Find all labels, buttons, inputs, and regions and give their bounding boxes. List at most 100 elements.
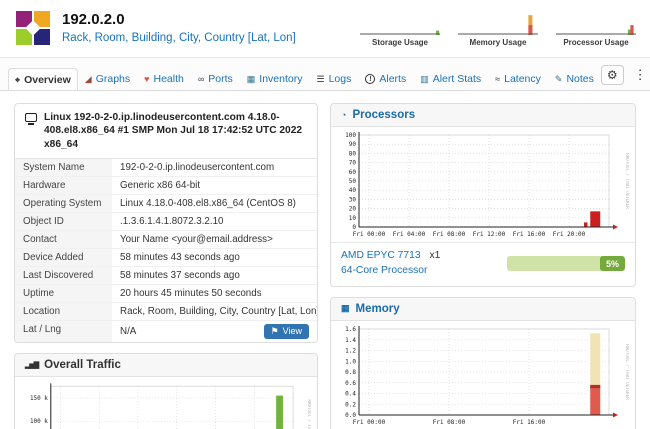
view-map-button[interactable]: ⚑ View [264,324,309,339]
device-info-panel: Linux 192-0-2-0.ip.linodeusercontent.com… [14,103,318,343]
svg-text:1.2: 1.2 [345,347,356,354]
cpu-row: AMD EPYC 7713 x1 64-Core Processor 5% [331,242,635,286]
processor-usage-sparkline[interactable] [556,13,636,35]
svg-text:0.2: 0.2 [345,401,356,408]
device-titles: 192.0.2.0 Rack, Room, Building, City, Co… [62,11,296,46]
svg-text:Fri 08:00: Fri 08:00 [433,419,466,426]
tab-health-label: Health [153,73,183,85]
memory-graph[interactable]: 1.61.41.21.00.80.60.40.20.0Fri 00:00Fri … [337,324,629,428]
tab-alerts[interactable]: ! Alerts [358,67,413,90]
device-info-table: System Name 192-0-2-0.ip.linodeuserconte… [15,159,317,342]
kebab-menu-icon[interactable]: ⋮ [631,67,650,83]
table-row: Hardware Generic x86 64-bit [15,177,317,195]
tab-health[interactable]: ♥ Health [137,67,191,90]
tab-alert-stats-label: Alert Stats [433,73,481,85]
svg-text:Fri 16:00: Fri 16:00 [513,419,546,426]
memory-chip-icon: ▦ [341,304,350,313]
tab-inventory-label: Inventory [259,73,302,85]
table-row: Lat / Lng N/A ⚑ View [15,321,317,342]
svg-text:RRDTOOL / TOBI OETIKER: RRDTOOL / TOBI OETIKER [625,344,629,400]
svg-text:80: 80 [349,150,357,157]
svg-text:150 k: 150 k [30,395,48,402]
tabbar-controls: ⚙ ⋮ [601,65,650,90]
header-mini-graphs: Storage Usage Memory Usage Processor Usa… [360,11,636,47]
table-row: Location Rack, Room, Building, City, Cou… [15,303,317,321]
memory-title: Memory [356,303,400,315]
svg-text:RRDTOOL / TOBI OETIKER: RRDTOOL / TOBI OETIKER [307,399,311,429]
svg-text:Fri 04:00: Fri 04:00 [393,231,426,238]
svg-text:100: 100 [345,132,356,139]
tab-inventory[interactable]: ▦ Inventory [240,67,310,90]
tab-latency-label: Latency [504,73,541,85]
processors-graph[interactable]: 1009080706050403020100Fri 00:00Fri 04:00… [337,130,629,240]
processors-panel: ◔ Processors 1009080706050403020100Fri 0… [330,103,636,287]
tab-overview[interactable]: ⌖ Overview [8,68,78,91]
svg-text:10: 10 [349,215,357,222]
map-icon: ⚑ [271,326,279,337]
overall-traffic-graph[interactable]: 150 k100 k50 kRRDTOOL / TOBI OETIKER [21,380,311,429]
overview-icon: ⌖ [15,76,20,85]
tab-alerts-label: Alerts [379,73,406,85]
svg-text:60: 60 [349,169,357,176]
device-location-link[interactable]: Rack, Room, Building, City, Country [Lat… [62,32,296,44]
svg-text:0.4: 0.4 [345,390,356,397]
processors-title: Processors [352,109,415,121]
device-header: 192.0.2.0 Rack, Room, Building, City, Co… [0,0,650,58]
tab-alert-stats[interactable]: ▥ Alert Stats [413,67,488,90]
processor-usage-label: Processor Usage [563,38,628,47]
row-value: Generic x86 64-bit [112,177,317,194]
device-os-header: Linux 192-0-2-0.ip.linodeusercontent.com… [15,104,317,159]
storage-usage-sparkline[interactable] [360,13,440,35]
svg-text:1.6: 1.6 [345,326,356,333]
overall-traffic-panel: ▂▅▇ Overall Traffic 150 k100 k50 kRRDTOO… [14,353,318,429]
storage-usage-mini: Storage Usage [360,13,440,47]
ports-icon: ∞ [198,75,204,84]
cpu-name-link[interactable]: AMD EPYC 7713 [341,250,421,261]
inventory-icon: ▦ [247,75,256,84]
memory-usage-sparkline[interactable] [458,13,538,35]
processor-usage-mini: Processor Usage [556,13,636,47]
svg-text:20: 20 [349,206,357,213]
overall-traffic-title: Overall Traffic [44,359,121,371]
tab-notes[interactable]: ✎ Notes [548,67,601,90]
cpu-count: x1 [429,250,440,261]
memory-usage-mini: Memory Usage [458,13,538,47]
tab-ports[interactable]: ∞ Ports [191,67,240,90]
svg-text:0: 0 [352,224,356,231]
cpu-model-link[interactable]: 64-Core Processor [341,265,427,276]
table-row: Uptime 20 hours 45 minutes 50 seconds [15,285,317,303]
svg-text:0.0: 0.0 [345,412,356,419]
tab-latency[interactable]: ≈ Latency [488,67,548,90]
tab-overview-label: Overview [24,74,71,86]
gear-icon[interactable]: ⚙ [601,65,624,85]
centos-logo-icon [16,11,50,45]
svg-text:40: 40 [349,187,357,194]
svg-text:1.0: 1.0 [345,358,356,365]
svg-text:70: 70 [349,160,357,167]
left-column: Linux 192-0-2-0.ip.linodeusercontent.com… [14,103,318,429]
main-content: Linux 192-0-2-0.ip.linodeusercontent.com… [0,91,650,429]
tab-ports-label: Ports [208,73,233,85]
device-os-title: Linux 192-0-2-0.ip.linodeusercontent.com… [44,111,307,151]
row-value: Rack, Room, Building, City, Country [Lat… [112,303,317,320]
graphs-icon: ◢ [85,75,92,84]
svg-text:Fri 20:00: Fri 20:00 [553,231,586,238]
overall-traffic-chart-wrap: 150 k100 k50 kRRDTOOL / TOBI OETIKER [15,377,317,429]
svg-text:RRDTOOL / TOBI OETIKER: RRDTOOL / TOBI OETIKER [625,153,629,209]
device-title: 192.0.2.0 [62,11,296,28]
row-value: .1.3.6.1.4.1.8072.3.2.10 [112,213,317,230]
row-label: Contact [15,231,112,248]
svg-text:Fri 00:00: Fri 00:00 [353,231,386,238]
row-label: Object ID [15,213,112,230]
table-row: Contact Your Name <your@email.address> [15,231,317,249]
svg-text:100 k: 100 k [30,418,48,425]
alerts-icon: ! [365,74,375,84]
row-value: Linux 4.18.0-408.el8.x86_64 (CentOS 8) [112,195,317,212]
row-value: N/A ⚑ View [112,321,317,342]
linux-server-icon [25,113,37,122]
table-row: Operating System Linux 4.18.0-408.el8.x8… [15,195,317,213]
notes-icon: ✎ [555,75,563,84]
tab-logs[interactable]: ☰ Logs [310,67,359,90]
row-label: Operating System [15,195,112,212]
tab-graphs[interactable]: ◢ Graphs [78,67,137,90]
